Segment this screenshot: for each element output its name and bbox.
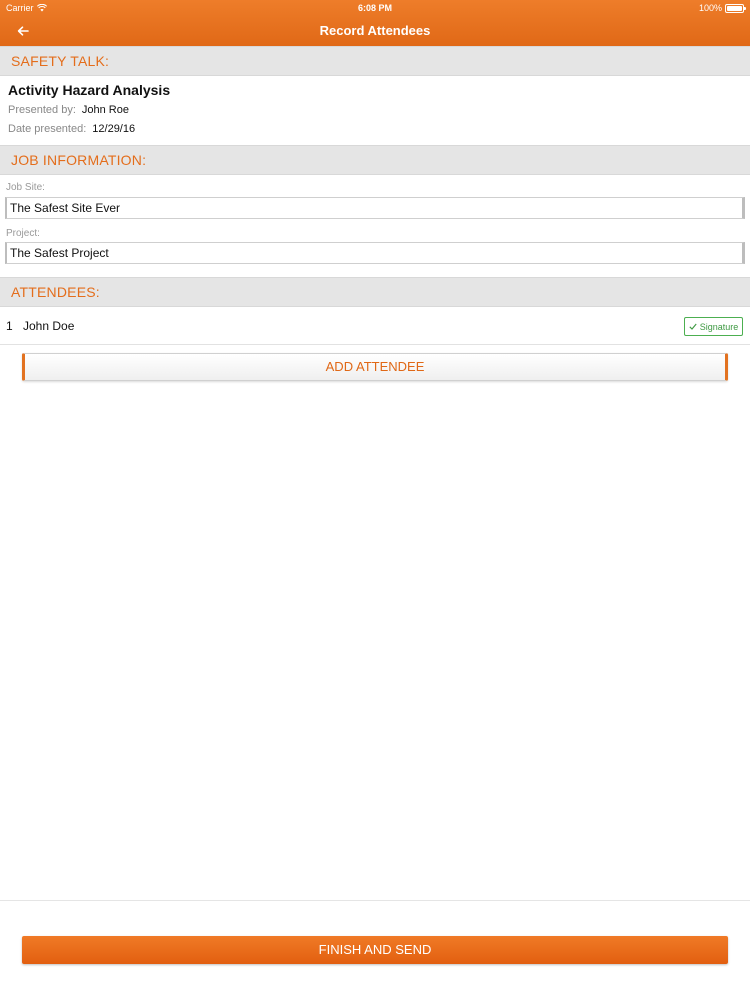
date-presented-row: Date presented: 12/29/16 (8, 123, 135, 135)
project-field[interactable]: The Safest Project (5, 242, 745, 264)
safety-talk-title: Activity Hazard Analysis (8, 82, 171, 98)
attendee-number: 1 (6, 319, 13, 333)
battery-percent: 100% (698, 3, 722, 13)
presented-by-row: Presented by: John Roe (8, 104, 129, 116)
job-information-header: JOB INFORMATION: (0, 145, 750, 175)
presented-by-value: John Roe (81, 104, 129, 116)
attendee-name: John Doe (23, 319, 75, 333)
navigation-bar: Record Attendees (0, 16, 750, 47)
battery-icon (725, 3, 746, 13)
attendees-header: ATTENDEES: (0, 277, 750, 307)
page-title: Record Attendees (319, 23, 431, 38)
footer-divider (0, 900, 750, 901)
job-site-field[interactable]: The Safest Site Ever (5, 197, 745, 219)
status-time: 6:08 PM (357, 3, 392, 13)
presented-by-label: Presented by: (8, 104, 76, 116)
battery-indicator: 100% (698, 3, 746, 13)
safety-talk-header: SAFETY TALK: (0, 46, 750, 76)
job-site-label: Job Site: (6, 182, 45, 193)
list-item: 1 John Doe Signature (0, 307, 750, 345)
check-icon (689, 323, 697, 330)
date-presented-value: 12/29/16 (92, 123, 136, 135)
signature-label: Signature (699, 321, 739, 332)
status-bar: Carrier 6:08 PM 100% (0, 0, 750, 16)
add-attendee-button[interactable]: ADD ATTENDEE (22, 353, 728, 381)
project-label: Project: (6, 228, 40, 239)
finish-and-send-button[interactable]: FINISH AND SEND (22, 936, 728, 964)
top-bar: Carrier 6:08 PM 100% Record Attendees (0, 0, 750, 47)
signature-button[interactable]: Signature (684, 317, 743, 336)
date-presented-label: Date presented: (8, 123, 87, 135)
